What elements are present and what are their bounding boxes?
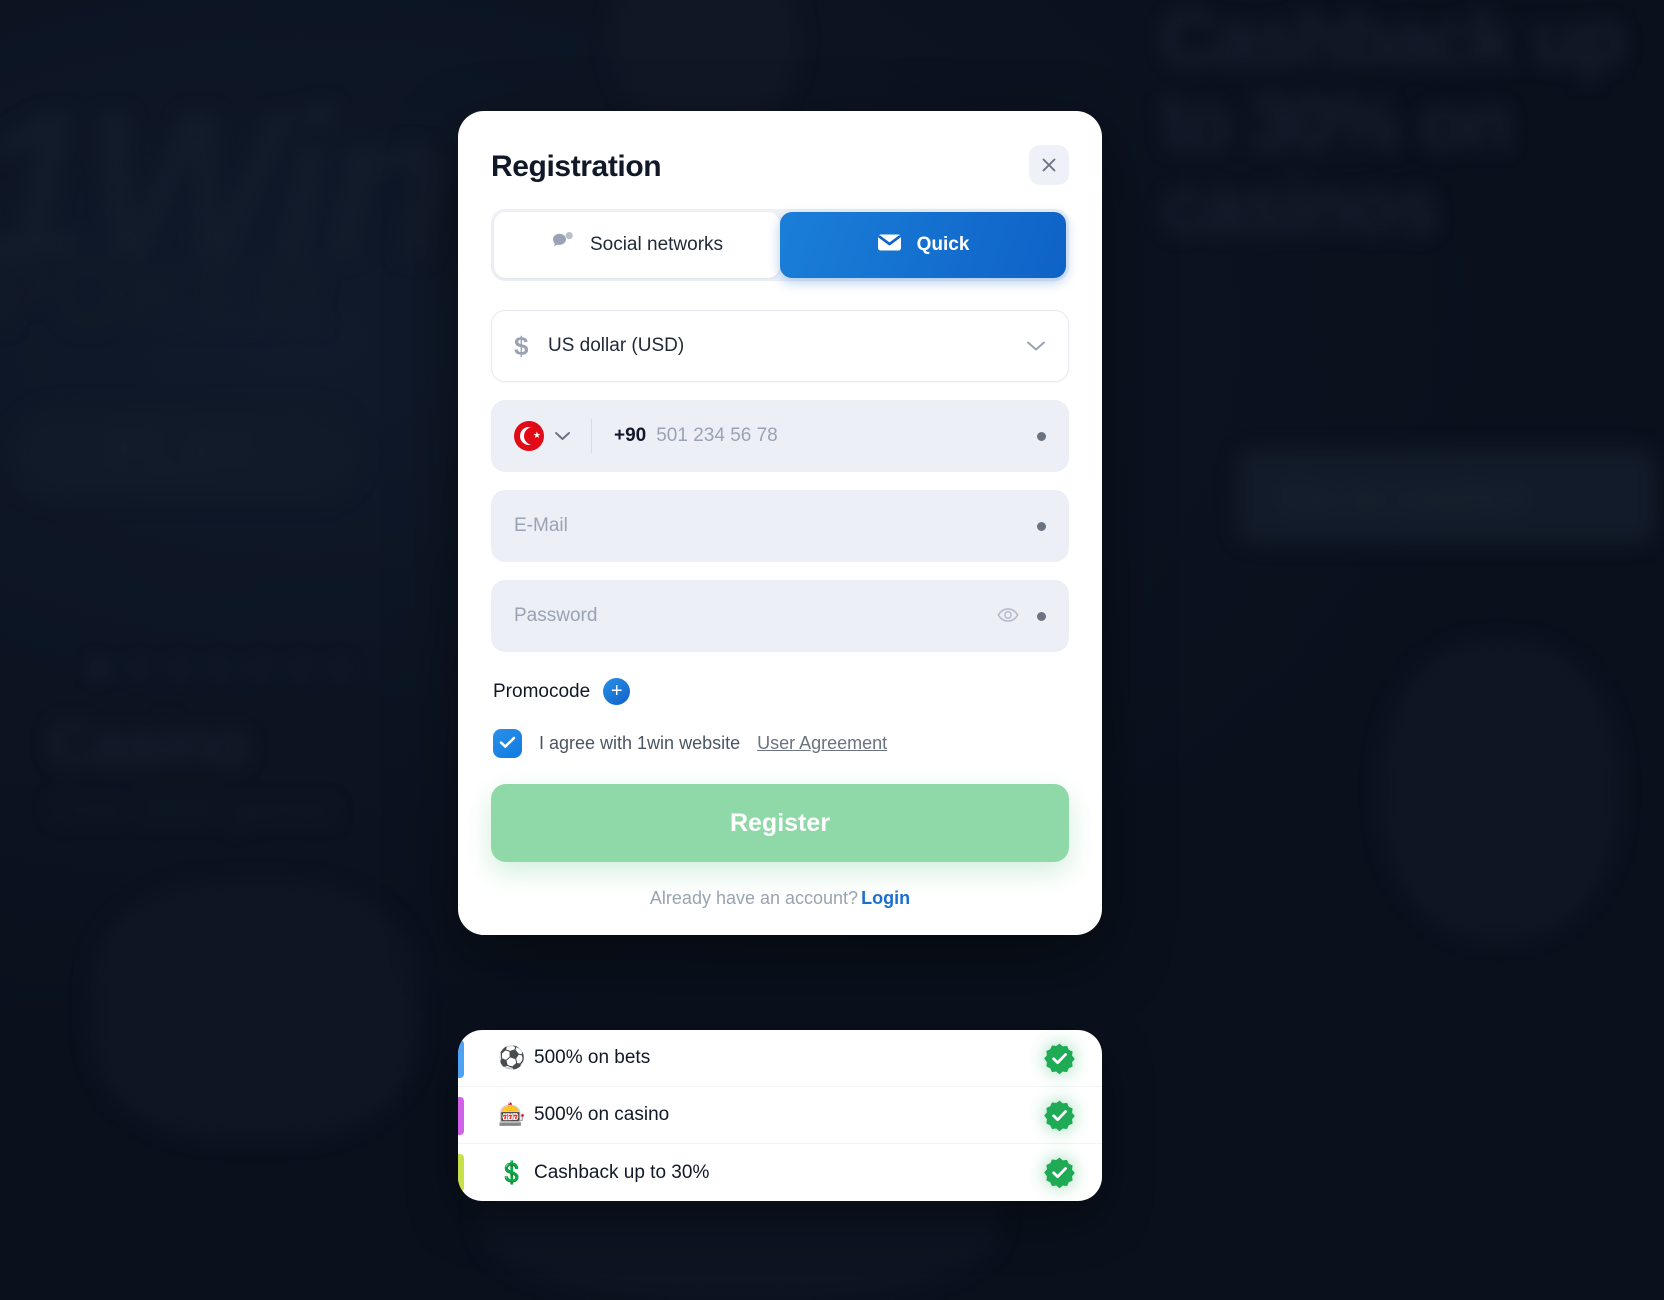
phone-divider	[591, 419, 592, 453]
background-casino-subtitle: Over 3000 games	[50, 788, 337, 829]
carousel-dot	[252, 662, 266, 676]
money-exchange-icon: 💲	[498, 1159, 526, 1185]
tab-social-networks-label: Social networks	[589, 234, 724, 255]
carousel-dot	[332, 662, 346, 676]
country-code-dropdown[interactable]	[554, 431, 571, 441]
carousel-dot	[212, 662, 226, 676]
background-casino-cta-label: Go to casino	[1282, 475, 1525, 519]
bonus-label: Cashback up to 30%	[534, 1161, 710, 1183]
password-field-row[interactable]: Password	[491, 580, 1069, 652]
soccer-ball-icon: ⚽	[498, 1045, 526, 1070]
verified-check-badge-icon	[1043, 1042, 1076, 1075]
agreement-row: I agree with 1win website User Agreement	[493, 729, 1069, 758]
password-visibility-toggle[interactable]	[997, 607, 1019, 626]
list-item[interactable]: ⚽ 500% on bets	[458, 1030, 1102, 1087]
promocode-label: Promocode	[493, 680, 591, 702]
background-casino-title: Casino	[48, 710, 250, 779]
page-title: Registration	[491, 150, 662, 183]
close-icon	[1040, 156, 1058, 174]
login-prompt: Already have an account? Login	[491, 888, 1069, 909]
modal-header: Registration	[491, 145, 1069, 185]
carousel-dot	[132, 662, 146, 676]
add-promocode-button[interactable]: +	[603, 678, 631, 705]
login-link[interactable]: Login	[861, 888, 910, 908]
password-input[interactable]: Password	[514, 605, 997, 627]
currency-value: US dollar (USD)	[548, 335, 685, 356]
login-prompt-text: Already have an account?	[649, 888, 859, 908]
list-item[interactable]: 🎰 500% on casino	[458, 1087, 1102, 1144]
chevron-down-icon	[1026, 340, 1046, 352]
envelope-icon	[877, 233, 902, 258]
register-button[interactable]: Register	[491, 784, 1069, 862]
dollar-sign-icon: $	[514, 330, 529, 361]
required-indicator	[1037, 521, 1046, 531]
carousel-dot	[92, 662, 106, 676]
verified-check-badge-icon	[1043, 1099, 1076, 1132]
bonus-accent-bar	[458, 1154, 464, 1192]
email-input[interactable]: E-Mail	[514, 515, 1037, 537]
registration-method-tabs: Social networks Quick	[491, 209, 1069, 281]
background-shape	[1380, 640, 1620, 940]
phone-input-row[interactable]: ★ +90 501 234 56 78	[491, 400, 1069, 472]
agreement-text: I agree with 1win website	[539, 733, 741, 753]
email-field-row[interactable]: E-Mail	[491, 490, 1069, 562]
background-carousel-dots	[92, 662, 346, 676]
background-play-label: PLAY	[108, 419, 257, 482]
tab-social-networks[interactable]: Social networks	[494, 212, 780, 278]
carousel-dot	[172, 662, 186, 676]
tab-quick[interactable]: Quick	[780, 212, 1066, 278]
phone-dial-code: +90	[614, 425, 647, 446]
verified-check-badge-icon	[1043, 1156, 1076, 1189]
list-item[interactable]: 💲 Cashback up to 30%	[458, 1144, 1102, 1201]
bonus-label: 500% on bets	[534, 1047, 651, 1068]
required-indicator	[1037, 431, 1046, 441]
flag-star: ★	[532, 430, 541, 440]
bonus-accent-bar	[458, 1040, 464, 1078]
bonus-accent-bar	[458, 1097, 464, 1135]
currency-select[interactable]: $ US dollar (USD)	[491, 310, 1069, 382]
promocode-row: Promocode +	[493, 678, 1069, 705]
registration-modal: Registration Social networks Quick $ US …	[458, 111, 1102, 935]
turkey-flag-icon: ★	[514, 421, 544, 451]
agreement-checkbox[interactable]	[493, 729, 522, 758]
background-shape	[90, 880, 420, 1140]
background-promo-headline: Cashback up to 30% on casinos	[1160, 0, 1625, 251]
required-indicator	[1037, 611, 1046, 621]
chat-bubbles-icon	[551, 231, 575, 259]
user-agreement-link[interactable]: User Agreement	[757, 733, 887, 754]
background-brand-sub: POKER	[0, 244, 328, 346]
close-button[interactable]	[1029, 145, 1069, 185]
eye-icon	[997, 607, 1019, 626]
check-icon	[499, 736, 516, 752]
slot-machine-icon: 🎰	[498, 1102, 526, 1127]
bonus-label: 500% on casino	[534, 1104, 670, 1125]
phone-input[interactable]: 501 234 56 78	[656, 425, 778, 447]
tab-quick-label: Quick	[916, 234, 970, 255]
carousel-dot	[292, 662, 306, 676]
bonus-list-card: ⚽ 500% on bets 🎰 500% on casino 💲 Cashba…	[458, 1030, 1102, 1201]
